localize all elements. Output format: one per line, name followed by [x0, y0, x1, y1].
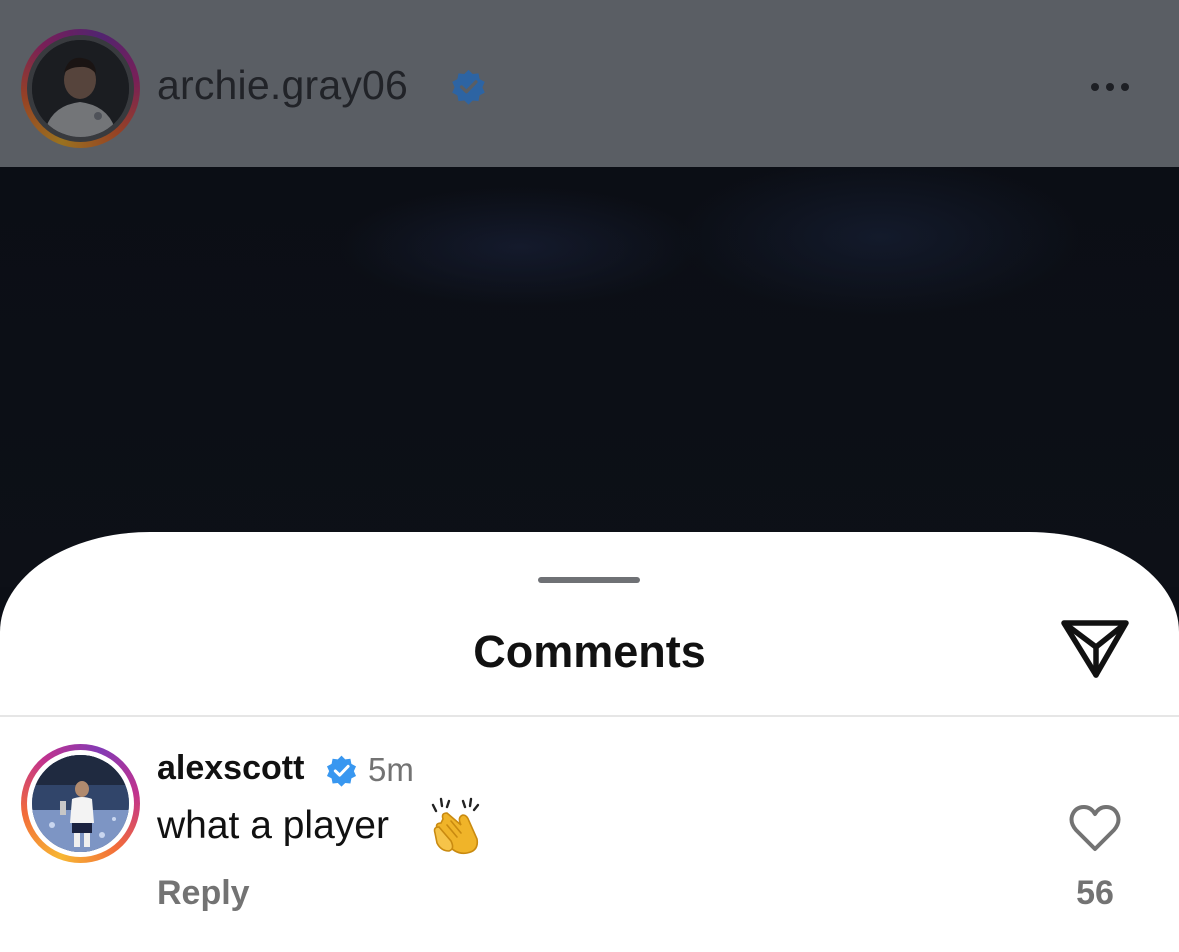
stadium-photo-icon — [32, 755, 129, 852]
heart-outline-icon[interactable] — [1068, 803, 1122, 853]
like-count: 56 — [1076, 874, 1114, 912]
divider — [0, 715, 1179, 717]
clapping-hands-icon — [431, 797, 480, 855]
post-author-username[interactable]: archie.gray06 — [157, 62, 408, 109]
player-portrait-icon — [32, 40, 129, 137]
comment-timestamp: 5m — [368, 751, 414, 788]
comments-sheet: Comments alexscott 5m what a player Repl… — [0, 532, 1179, 952]
paper-plane-icon[interactable] — [1058, 617, 1132, 681]
sheet-drag-handle[interactable] — [538, 577, 640, 583]
avatar-photo — [32, 40, 129, 137]
comment-text: what a player — [157, 804, 389, 847]
verified-badge-icon — [326, 755, 357, 787]
reply-button[interactable]: Reply — [157, 874, 250, 913]
verified-badge-icon — [452, 69, 485, 105]
post-author-avatar[interactable] — [21, 29, 140, 148]
more-options-button[interactable] — [1080, 70, 1140, 104]
commenter-username[interactable]: alexscott — [157, 749, 304, 788]
post-photo[interactable] — [0, 167, 1179, 587]
sheet-title: Comments — [473, 626, 706, 677]
commenter-avatar[interactable] — [21, 744, 140, 863]
ellipsis-icon — [1091, 83, 1099, 91]
post-header: archie.gray06 — [0, 0, 1179, 167]
avatar-photo — [32, 755, 129, 852]
